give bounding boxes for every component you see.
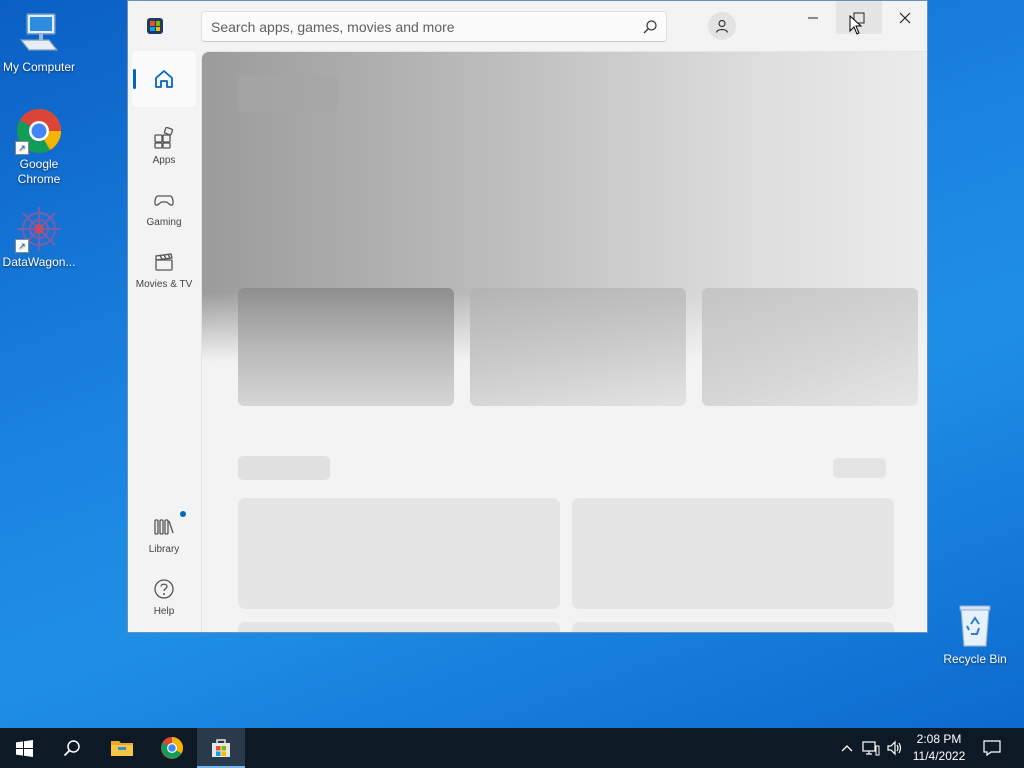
taskbar-clock[interactable]: 2:08 PM 11/4/2022 xyxy=(904,731,974,765)
desktop-icon-recycle-bin[interactable]: Recycle Bin xyxy=(937,602,1013,667)
desktop-icon-label: My Computer xyxy=(2,60,76,74)
search-icon[interactable] xyxy=(642,19,658,35)
volume-button[interactable] xyxy=(884,728,906,768)
app-tile-placeholder[interactable] xyxy=(572,622,894,632)
clock-date: 11/4/2022 xyxy=(912,749,966,763)
shortcut-arrow-icon: ↗ xyxy=(15,239,29,253)
chrome-icon: ↗ xyxy=(15,107,63,155)
desktop-icon-label: Recycle Bin xyxy=(943,652,1007,666)
nav-movies-tv[interactable]: Movies & TV xyxy=(132,237,196,293)
account-avatar-button[interactable] xyxy=(708,12,736,40)
title-bar xyxy=(128,1,927,51)
file-explorer-button[interactable] xyxy=(98,728,146,768)
update-badge xyxy=(180,511,186,517)
nav-movies-tv-label: Movies & TV xyxy=(135,279,193,290)
shortcut-arrow-icon: ↗ xyxy=(15,141,29,155)
minimize-button[interactable] xyxy=(790,1,836,34)
computer-icon xyxy=(15,10,63,58)
desktop-icon-datawagon[interactable]: ↗ DataWagon... xyxy=(1,205,77,270)
app-tile-placeholder[interactable] xyxy=(238,498,560,609)
app-tile-placeholder[interactable] xyxy=(238,622,560,632)
nav-gaming[interactable]: Gaming xyxy=(132,175,196,231)
mouse-cursor-icon xyxy=(849,15,863,35)
gamepad-icon xyxy=(154,195,174,206)
see-all-placeholder[interactable] xyxy=(833,458,886,478)
action-center-button[interactable] xyxy=(980,728,1004,768)
network-button[interactable] xyxy=(860,728,882,768)
help-icon xyxy=(154,579,174,599)
chrome-taskbar-button[interactable] xyxy=(148,728,196,768)
home-content-loading xyxy=(201,51,927,632)
nav-gaming-label: Gaming xyxy=(146,217,182,228)
datawagon-icon: ↗ xyxy=(15,205,63,253)
navigation-rail: Apps Gaming Movies & TV Library Help xyxy=(128,51,200,632)
chevron-up-icon xyxy=(841,745,853,752)
store-window: Apps Gaming Movies & TV xyxy=(127,0,928,633)
show-hidden-icons-button[interactable] xyxy=(838,728,856,768)
store-logo-icon xyxy=(147,18,163,34)
desktop-icon-google-chrome[interactable]: ↗ Google Chrome xyxy=(1,107,77,187)
nav-library[interactable]: Library xyxy=(132,502,196,558)
nav-home[interactable] xyxy=(132,51,196,107)
search-icon xyxy=(63,740,80,757)
chrome-icon xyxy=(161,737,183,759)
home-icon xyxy=(155,70,173,88)
nav-help-label: Help xyxy=(153,606,175,617)
network-icon xyxy=(862,741,880,756)
store-taskbar-button[interactable] xyxy=(197,728,245,768)
hero-card-placeholder[interactable] xyxy=(470,288,686,406)
clapperboard-icon xyxy=(155,253,173,271)
library-icon xyxy=(154,519,174,535)
app-tile-placeholder[interactable] xyxy=(572,498,894,609)
store-bag-icon xyxy=(212,739,230,757)
hero-card-placeholder[interactable] xyxy=(238,288,454,406)
recycle-bin-icon xyxy=(951,602,999,650)
close-button[interactable] xyxy=(882,1,927,34)
person-icon xyxy=(715,19,729,33)
start-button[interactable] xyxy=(0,728,48,768)
nav-apps-label: Apps xyxy=(152,155,176,166)
hero-card-placeholder[interactable] xyxy=(702,288,918,406)
hero-title-placeholder xyxy=(238,76,338,112)
minimize-icon xyxy=(808,17,818,18)
desktop-icon-my-computer[interactable]: My Computer xyxy=(1,10,77,75)
notification-icon xyxy=(983,740,1001,756)
section-title-placeholder xyxy=(238,456,330,480)
clock-time: 2:08 PM xyxy=(916,732,962,746)
taskbar: 2:08 PM 11/4/2022 xyxy=(0,728,1024,768)
search-box[interactable] xyxy=(201,11,667,42)
search-input[interactable] xyxy=(211,12,631,41)
folder-icon xyxy=(111,741,133,756)
nav-help[interactable]: Help xyxy=(132,564,196,620)
nav-apps[interactable]: Apps xyxy=(132,113,196,169)
apps-icon xyxy=(154,126,174,149)
nav-library-label: Library xyxy=(148,544,180,555)
active-indicator xyxy=(133,69,136,89)
close-icon xyxy=(899,12,911,23)
taskbar-search-button[interactable] xyxy=(48,728,96,768)
speaker-icon xyxy=(887,740,902,756)
maximize-button[interactable] xyxy=(836,1,882,35)
windows-logo-icon xyxy=(15,739,33,757)
desktop-icon-label: Google Chrome xyxy=(17,157,61,186)
desktop-icon-label: DataWagon... xyxy=(2,255,76,269)
